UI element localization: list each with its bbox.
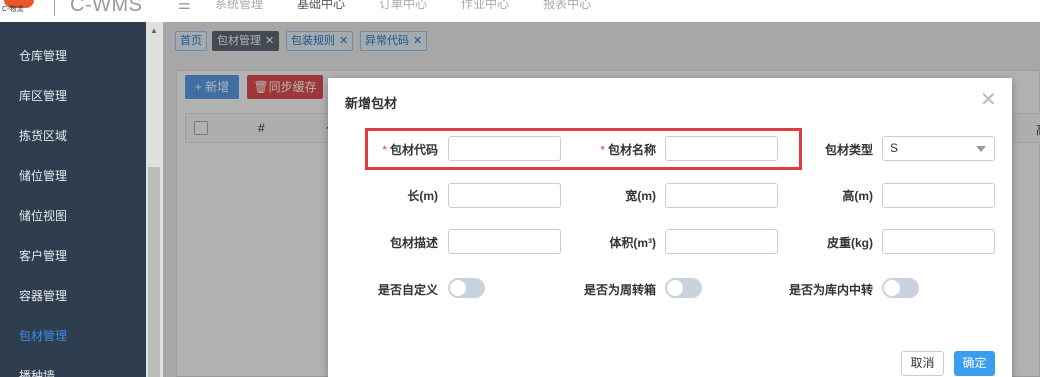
width-label: 宽(m): [625, 189, 656, 203]
top-nav: 系统管理 基础中心 订单中心 作业中心 报表中心: [215, 0, 591, 12]
volume-input[interactable]: [665, 229, 778, 254]
hamburger-menu-icon[interactable]: ☰: [178, 0, 191, 13]
turnover-box-toggle[interactable]: [665, 278, 702, 298]
toggle-knob: [667, 280, 683, 296]
toggle-knob: [884, 280, 900, 296]
sidebar-item-zone[interactable]: 库区管理: [19, 87, 67, 104]
tare-weight-input[interactable]: [882, 229, 995, 254]
length-input[interactable]: [448, 183, 561, 208]
confirm-button[interactable]: 确定: [954, 351, 995, 376]
sidebar-item-picking-area[interactable]: 拣货区域: [19, 127, 67, 144]
chevron-down-icon: [976, 146, 986, 152]
sidebar-item-location-view[interactable]: 储位视图: [19, 207, 67, 224]
label-text: 包材代码: [389, 143, 438, 157]
height-input[interactable]: [882, 183, 995, 208]
custom-toggle[interactable]: [448, 278, 485, 298]
packaging-name-input[interactable]: [665, 136, 778, 161]
sidebar-item-warehouse[interactable]: 仓库管理: [19, 47, 67, 64]
sidebar-item-location[interactable]: 储位管理: [19, 167, 67, 184]
custom-label: 是否自定义: [377, 283, 438, 297]
logo: C-物流: [0, 0, 50, 18]
close-icon[interactable]: ✕: [980, 90, 997, 110]
logo-subtext: C-物流: [2, 6, 24, 13]
nav-report-center[interactable]: 报表中心: [543, 0, 591, 12]
brand-name: C-WMS: [70, 0, 143, 16]
scrollbar-thumb[interactable]: [148, 167, 160, 377]
length-label: 长(m): [407, 189, 438, 203]
internal-transit-label: 是否为库内中转: [788, 283, 873, 297]
select-value: S: [890, 141, 899, 155]
internal-transit-toggle[interactable]: [882, 278, 919, 298]
description-label: 包材描述: [389, 236, 438, 250]
description-input[interactable]: [448, 229, 561, 254]
cancel-button[interactable]: 取消: [901, 351, 944, 376]
sidebar-scrollbar[interactable]: ▲: [146, 22, 163, 377]
packaging-code-input[interactable]: [448, 136, 561, 161]
sidebar: 仓库管理 库区管理 拣货区域 储位管理 储位视图 客户管理 容器管理 包材管理 …: [0, 22, 163, 377]
toggle-knob: [450, 280, 466, 296]
nav-system[interactable]: 系统管理: [215, 0, 263, 12]
turnover-box-label: 是否为周转箱: [583, 283, 656, 297]
height-label: 高(m): [842, 189, 873, 203]
top-bar: C-物流 C-WMS ☰ 系统管理 基础中心 订单中心 作业中心 报表中心: [0, 0, 1040, 22]
scroll-up-icon[interactable]: ▲: [150, 26, 158, 35]
required-mark: *: [600, 143, 605, 157]
dialog-title: 新增包材: [345, 96, 398, 111]
sidebar-item-container[interactable]: 容器管理: [19, 287, 67, 304]
sidebar-item-packaging[interactable]: 包材管理: [19, 327, 67, 344]
width-input[interactable]: [665, 183, 778, 208]
nav-base-center[interactable]: 基础中心: [297, 0, 345, 12]
sidebar-item-seeding-wall[interactable]: 播种墙: [19, 367, 55, 377]
add-packaging-dialog: 新增包材 ✕ * 包材代码 * 包材名称 包材类型 S 长(m) 宽(m) 高(m)…: [328, 78, 1012, 377]
packaging-name-label: * 包材名称: [546, 141, 656, 158]
nav-job-center[interactable]: 作业中心: [461, 0, 509, 12]
packaging-type-select[interactable]: S: [882, 136, 995, 161]
packaging-code-label: * 包材代码: [328, 141, 438, 158]
sidebar-item-customer[interactable]: 客户管理: [19, 247, 67, 264]
required-mark: *: [382, 143, 387, 157]
packaging-type-label: 包材类型: [824, 143, 873, 157]
volume-label: 体积(m³): [609, 236, 656, 250]
tare-weight-label: 皮重(kg): [827, 236, 873, 250]
label-text: 包材名称: [607, 143, 656, 157]
nav-order-center[interactable]: 订单中心: [379, 0, 427, 12]
logo-separator: [54, 0, 55, 16]
